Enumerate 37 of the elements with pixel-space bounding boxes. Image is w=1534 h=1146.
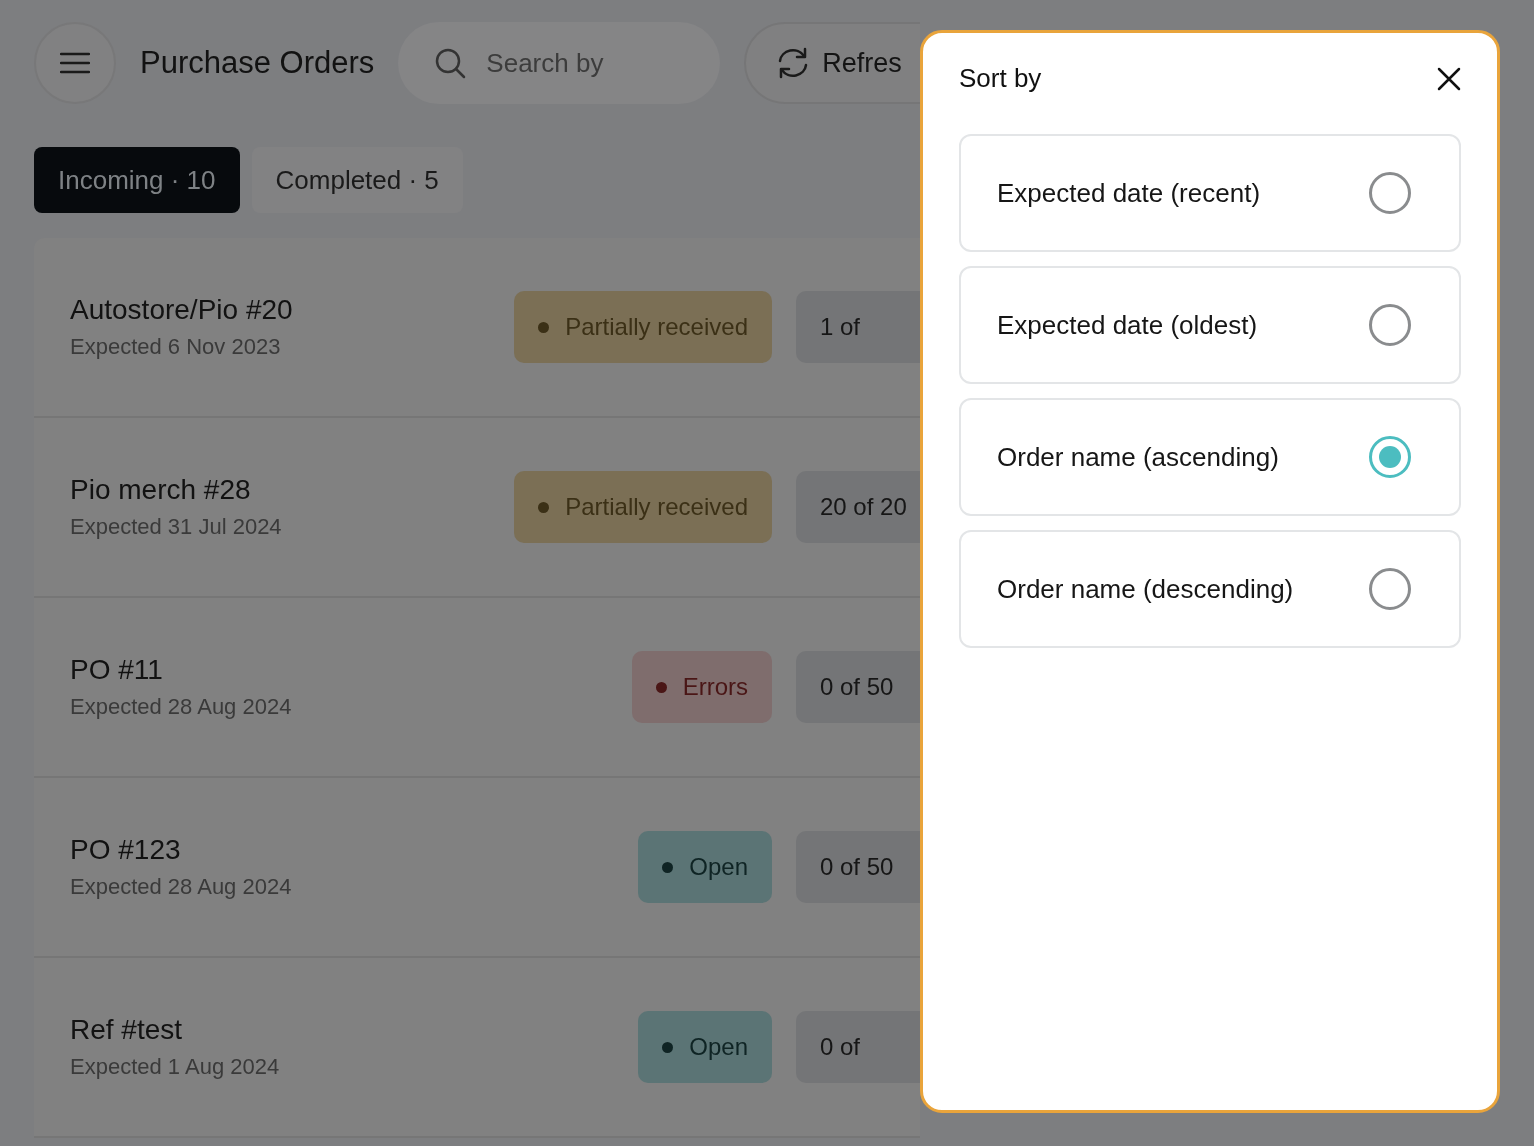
order-name: PO #123 [70,834,182,866]
order-name: Ref #test [70,1014,184,1046]
page-title: Purchase Orders [140,45,375,81]
sort-option[interactable]: Expected date (recent) [959,134,1461,252]
order-name: Pio merch #28 [70,474,252,506]
received-count: 0 of 50 [796,831,920,903]
order-name: PO #11 [70,654,164,686]
sort-option[interactable]: Order name (descending) [959,530,1461,648]
close-button[interactable] [1437,66,1461,91]
received-count: 1 of [796,291,920,363]
sort-option[interactable]: Expected date (oldest) [959,266,1461,384]
filter-tab[interactable]: Incoming · 10 [34,147,240,213]
panel-title: Sort by [959,63,1042,94]
radio-button[interactable] [1369,436,1411,478]
search-field[interactable]: Search by [398,22,721,104]
status-badge: Partially received [514,291,772,363]
received-count: 0 of 50 [796,651,920,723]
expected-date: Expected 28 Aug 2024 [70,874,292,900]
status-badge: Partially received [514,471,772,543]
radio-button[interactable] [1369,568,1411,610]
status-badge: Open [638,1011,772,1083]
expected-date: Expected 28 Aug 2024 [70,694,292,720]
expected-date: Expected 1 Aug 2024 [70,1054,280,1080]
status-badge: Open [638,831,772,903]
menu-icon [60,52,90,74]
sort-option[interactable]: Order name (ascending) [959,398,1461,516]
close-icon [1437,66,1461,91]
expected-date: Expected 31 Jul 2024 [70,514,282,540]
received-count: 0 of [796,1011,920,1083]
received-count: 20 of 20 [796,471,920,543]
filter-tab[interactable]: Completed · 5 [251,147,463,213]
expected-date: Expected 6 Nov 2023 [70,334,282,360]
order-name: Autostore/Pio #20 [70,294,293,326]
status-badge: Errors [631,651,772,723]
radio-button[interactable] [1369,304,1411,346]
refresh-button[interactable]: Refres [744,22,920,104]
radio-button[interactable] [1369,172,1411,214]
